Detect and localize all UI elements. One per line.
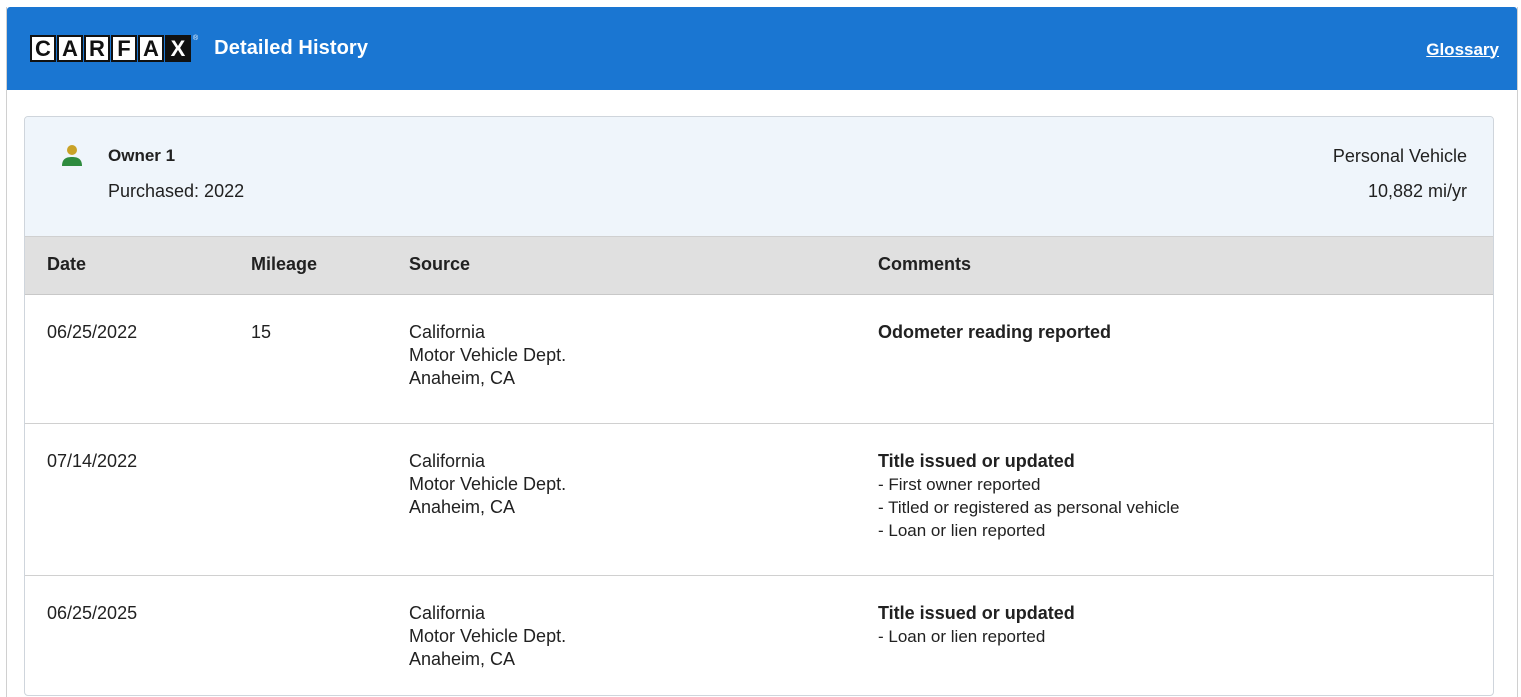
comment-title: Title issued or updated (878, 603, 1075, 623)
source-line: California (409, 322, 486, 342)
column-header-mileage: Mileage (251, 254, 318, 274)
comment-title: Odometer reading reported (878, 322, 1112, 342)
header-bar: C A R F A X ® Detailed History Glossary (7, 7, 1517, 90)
row-comments: Odometer reading reported (878, 321, 1111, 344)
purchased-year: Purchased: 2022 (108, 181, 245, 201)
comment-title: Title issued or updated (878, 451, 1075, 471)
source-line: Anaheim, CA (409, 649, 516, 669)
row-date: 07/14/2022 (47, 451, 138, 471)
table-row: 06/25/2025 California Motor Vehicle Dept… (25, 576, 1493, 695)
logo-letter: A (138, 35, 164, 62)
comment-item: - Titled or registered as personal vehic… (878, 498, 1180, 517)
row-date: 06/25/2022 (47, 322, 138, 342)
registered-mark: ® (193, 35, 199, 42)
table-row: 06/25/2022 15 California Motor Vehicle D… (25, 295, 1493, 424)
row-source: California Motor Vehicle Dept. Anaheim, … (409, 602, 566, 671)
row-comments: Title issued or updated - First owner re… (878, 450, 1179, 542)
owner-history-card: Owner 1 Purchased: 2022 Personal Vehicle… (24, 116, 1494, 696)
source-line: Anaheim, CA (409, 497, 516, 517)
row-source: California Motor Vehicle Dept. Anaheim, … (409, 321, 566, 390)
person-icon (62, 145, 82, 166)
source-line: Motor Vehicle Dept. (409, 345, 567, 365)
source-line: Anaheim, CA (409, 368, 516, 388)
vehicle-type: Personal Vehicle (1332, 146, 1467, 166)
carfax-logo: C A R F A X ® (30, 35, 198, 62)
logo-letter: C (30, 35, 56, 62)
source-line: Motor Vehicle Dept. (409, 626, 567, 646)
logo-letter: R (84, 35, 110, 62)
column-header-date: Date (47, 254, 87, 274)
source-line: Motor Vehicle Dept. (409, 474, 567, 494)
glossary-link[interactable]: Glossary (1426, 40, 1499, 60)
logo-letter: A (57, 35, 83, 62)
logo-letter: F (111, 35, 137, 62)
row-comments: Title issued or updated - Loan or lien r… (878, 602, 1075, 648)
owner-name: Owner 1 (108, 146, 176, 165)
source-line: California (409, 451, 486, 471)
comment-item: - Loan or lien reported (878, 627, 1046, 646)
column-header-source: Source (409, 254, 471, 274)
mileage-per-year: 10,882 mi/yr (1367, 181, 1467, 201)
row-source: California Motor Vehicle Dept. Anaheim, … (409, 450, 566, 519)
row-date: 06/25/2025 (47, 603, 138, 623)
comment-item: - First owner reported (878, 475, 1041, 494)
source-line: California (409, 603, 486, 623)
comment-item: - Loan or lien reported (878, 521, 1046, 540)
page-title: Detailed History (214, 37, 369, 59)
table-header: Date Mileage Source Comments (25, 237, 1493, 295)
owner-summary: Owner 1 Purchased: 2022 Personal Vehicle… (25, 117, 1493, 237)
row-mileage: 15 (251, 322, 272, 342)
column-header-comments: Comments (878, 254, 972, 274)
logo-letter: X (165, 35, 191, 62)
table-row: 07/14/2022 California Motor Vehicle Dept… (25, 424, 1493, 576)
